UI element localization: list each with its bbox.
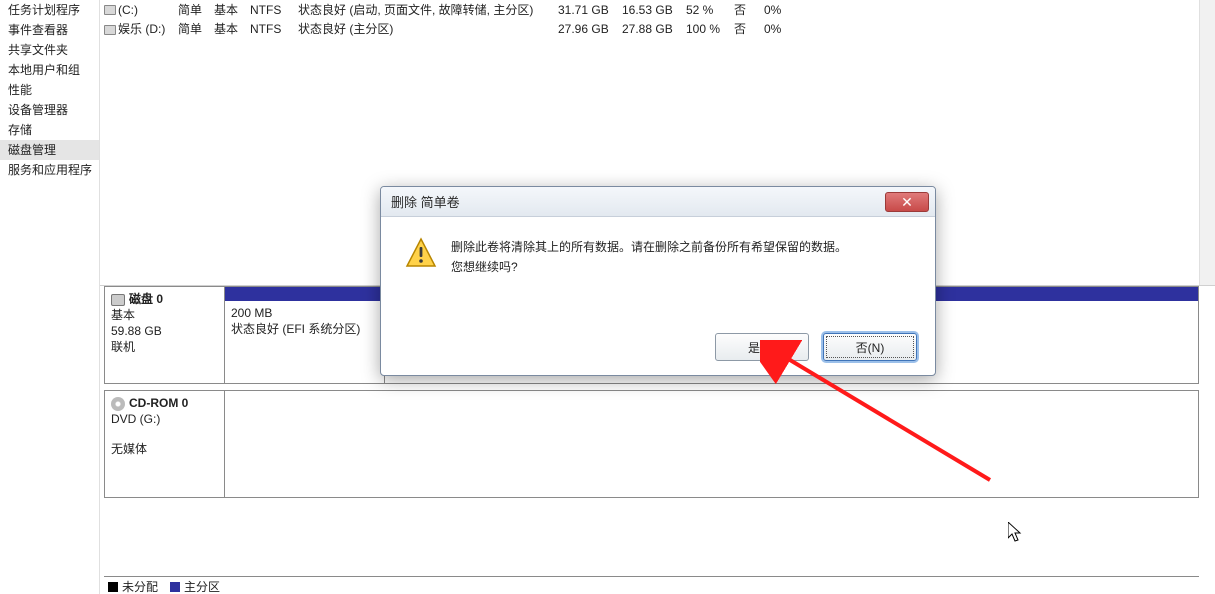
volume-fault: 否 [734,20,764,37]
tree-item-task-scheduler[interactable]: 任务计划程序 [0,0,99,20]
cd-icon [111,397,125,411]
volume-status: 状态良好 (主分区) [298,20,558,37]
volume-capacity: 27.96 GB [558,22,622,36]
no-button[interactable]: 否(N) [823,333,917,361]
dialog-message: 删除此卷将清除其上的所有数据。请在删除之前备份所有希望保留的数据。 您想继续吗? [451,237,847,277]
volume-type: 基本 [214,20,250,37]
dialog-body: 删除此卷将清除其上的所有数据。请在删除之前备份所有希望保留的数据。 您想继续吗? [381,217,935,285]
drive-icon [104,5,116,15]
cdrom-0-row: CD-ROM 0 DVD (G:) 无媒体 [104,390,1199,498]
cdrom-title: CD-ROM 0 [129,396,188,410]
legend-unallocated: 未分配 [108,578,158,594]
volume-overhead: 0% [764,3,792,17]
tree-item-device-manager[interactable]: 设备管理器 [0,100,99,120]
disk-0-info: 磁盘 0 基本 59.88 GB 联机 [105,287,225,383]
dialog-buttons: 是(Y) 否(N) [715,333,917,361]
volume-row[interactable]: (C:) 简单 基本 NTFS 状态良好 (启动, 页面文件, 故障转储, 主分… [100,0,1215,19]
volume-fs: NTFS [250,22,298,36]
disk-kind: 基本 [111,307,218,323]
disk-title: 磁盘 0 [129,292,163,306]
volume-fault: 否 [734,1,764,18]
nav-tree: 任务计划程序 事件查看器 共享文件夹 本地用户和组 性能 设备管理器 存储 磁盘… [0,0,100,594]
vertical-scrollbar[interactable] [1199,0,1215,285]
legend-swatch-primary [170,582,180,592]
cdrom-info: CD-ROM 0 DVD (G:) 无媒体 [105,391,225,497]
close-icon: ✕ [901,195,913,209]
tree-item-performance[interactable]: 性能 [0,80,99,100]
volume-status: 状态良好 (启动, 页面文件, 故障转储, 主分区) [298,1,558,18]
dialog-titlebar[interactable]: 删除 简单卷 ✕ [381,187,935,217]
volume-type: 基本 [214,1,250,18]
volume-overhead: 0% [764,22,792,36]
disk-size: 59.88 GB [111,323,218,339]
volume-free: 27.88 GB [622,22,686,36]
yes-button[interactable]: 是(Y) [715,333,809,361]
disk-state: 联机 [111,339,218,355]
cdrom-state: 无媒体 [111,441,218,457]
tree-item-shared-folders[interactable]: 共享文件夹 [0,40,99,60]
tree-item-disk-management[interactable]: 磁盘管理 [0,140,99,160]
cdrom-drive: DVD (G:) [111,411,218,427]
partition-efi[interactable]: 200 MB 状态良好 (EFI 系统分区) [225,301,385,383]
dialog-message-line1: 删除此卷将清除其上的所有数据。请在删除之前备份所有希望保留的数据。 [451,237,847,257]
tree-item-storage[interactable]: 存储 [0,120,99,140]
volume-name: (C:) [118,3,138,17]
volume-layout: 简单 [178,1,214,18]
volume-free: 16.53 GB [622,3,686,17]
warning-icon [405,237,437,269]
disk-icon [111,294,125,306]
legend-swatch-unallocated [108,582,118,592]
legend-label: 未分配 [122,578,158,594]
volume-fs: NTFS [250,3,298,17]
drive-icon [104,25,116,35]
dialog-close-button[interactable]: ✕ [885,192,929,212]
tree-item-services-apps[interactable]: 服务和应用程序 [0,160,99,180]
legend-label: 主分区 [184,578,220,594]
volume-layout: 简单 [178,20,214,37]
cdrom-empty[interactable] [225,391,1198,497]
dialog-title: 删除 简单卷 [391,192,885,211]
cdrom-partitions [225,391,1198,497]
partition-size: 200 MB [231,305,378,321]
tree-item-event-viewer[interactable]: 事件查看器 [0,20,99,40]
volume-pctfree: 100 % [686,22,734,36]
volume-capacity: 31.71 GB [558,3,622,17]
legend: 未分配 主分区 [104,576,1199,594]
legend-primary: 主分区 [170,578,220,594]
volume-name: 娱乐 (D:) [118,20,165,37]
tree-item-local-users[interactable]: 本地用户和组 [0,60,99,80]
delete-volume-dialog: 删除 简单卷 ✕ 删除此卷将清除其上的所有数据。请在删除之前备份所有希望保留的数… [380,186,936,376]
volume-pctfree: 52 % [686,3,734,17]
volume-row[interactable]: 娱乐 (D:) 简单 基本 NTFS 状态良好 (主分区) 27.96 GB 2… [100,19,1215,38]
dialog-message-line2: 您想继续吗? [451,257,847,277]
partition-status: 状态良好 (EFI 系统分区) [231,321,378,337]
